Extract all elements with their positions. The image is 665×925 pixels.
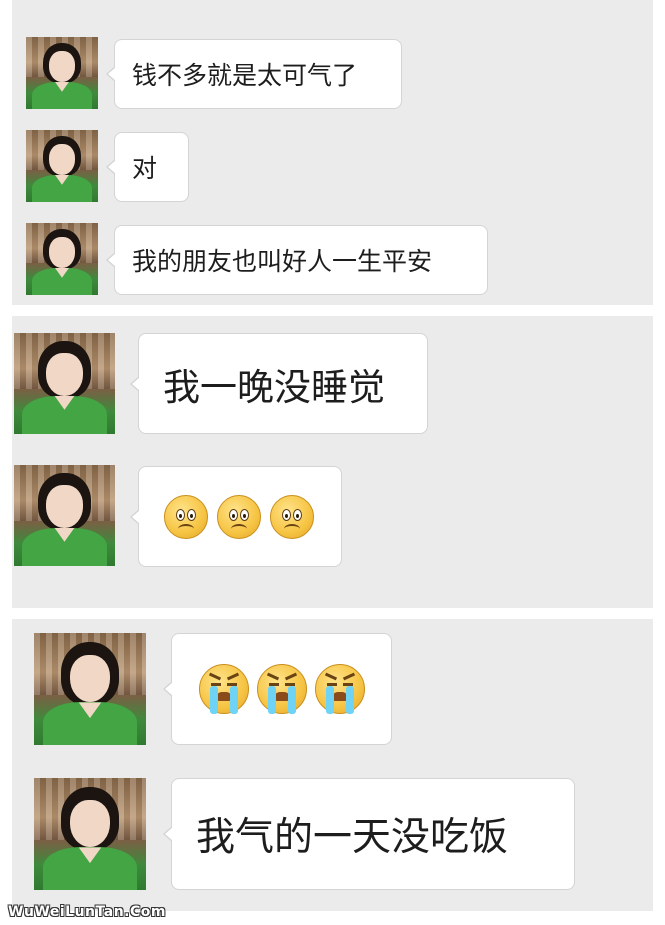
message-text: 对 bbox=[132, 154, 158, 183]
avatar[interactable] bbox=[34, 633, 146, 745]
sad-face-icon bbox=[270, 494, 314, 539]
avatar[interactable] bbox=[14, 333, 115, 434]
message-bubble[interactable]: 对 bbox=[106, 132, 189, 202]
sad-face-icon bbox=[164, 494, 208, 539]
message-bubble[interactable]: 钱不多就是太可气了 bbox=[106, 39, 402, 109]
message-bubble[interactable] bbox=[130, 466, 342, 567]
watermark: WuWeiLunTan.Com bbox=[8, 904, 166, 920]
message-bubble[interactable]: 我一晚没睡觉 bbox=[130, 333, 428, 434]
message-bubble[interactable]: 我的朋友也叫好人一生平安 bbox=[106, 225, 488, 295]
message-text: 我一晚没睡觉 bbox=[163, 365, 385, 409]
message-bubble[interactable]: 我气的一天没吃饭 bbox=[163, 778, 575, 890]
avatar[interactable] bbox=[26, 37, 98, 109]
message-text: 我的朋友也叫好人一生平安 bbox=[132, 247, 433, 276]
message-text: 我气的一天没吃饭 bbox=[196, 815, 509, 860]
message-text: 钱不多就是太可气了 bbox=[132, 61, 358, 90]
avatar[interactable] bbox=[34, 778, 146, 890]
message-bubble[interactable] bbox=[163, 633, 392, 745]
avatar[interactable] bbox=[26, 130, 98, 202]
avatar[interactable] bbox=[26, 223, 98, 295]
crying-face-icon bbox=[199, 664, 249, 714]
crying-face-icon bbox=[257, 664, 307, 714]
crying-face-icon bbox=[315, 664, 365, 714]
sad-face-icon bbox=[217, 494, 261, 539]
avatar[interactable] bbox=[14, 465, 115, 566]
